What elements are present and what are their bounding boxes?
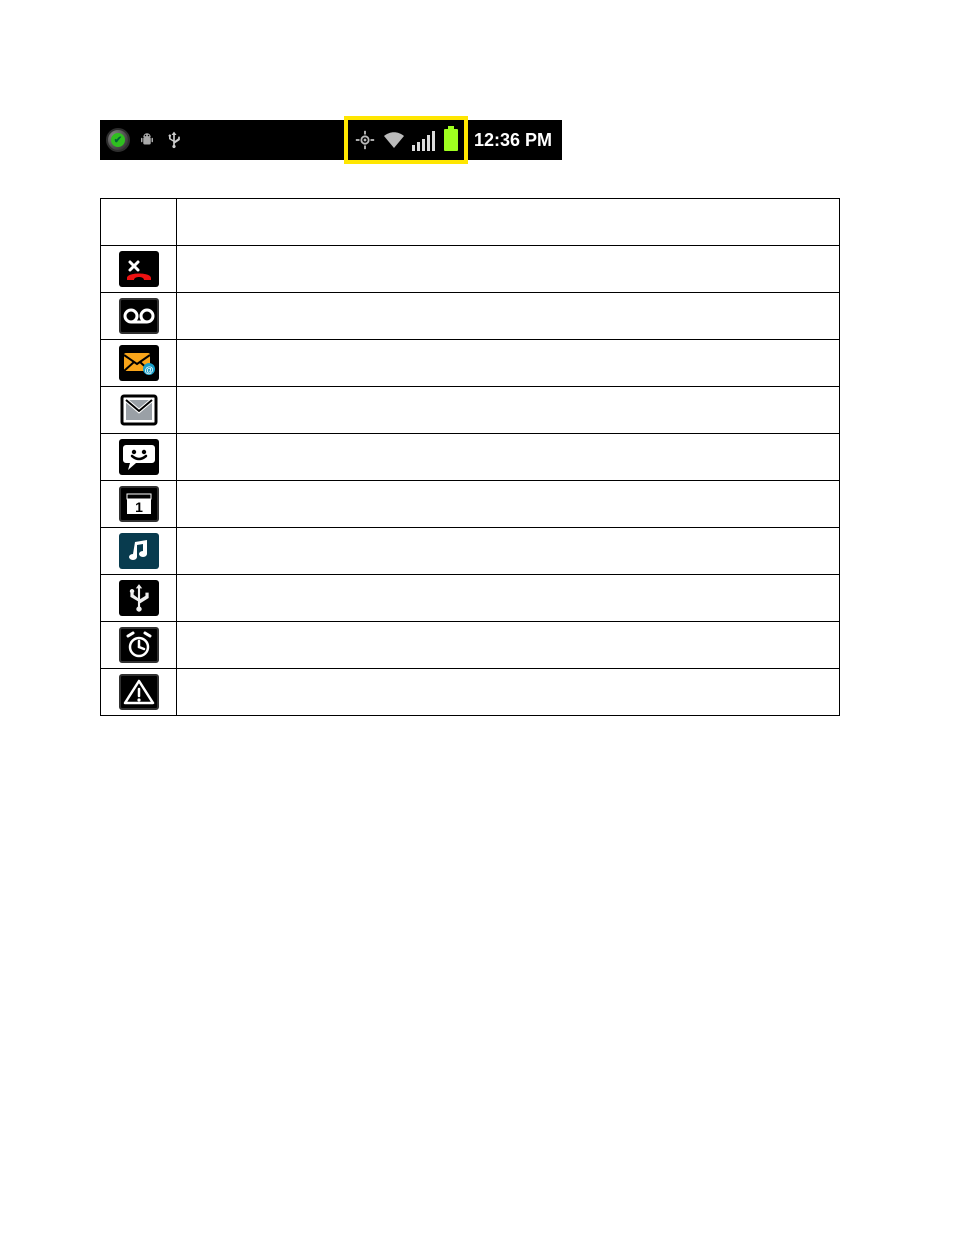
header-desc-cell <box>177 199 840 246</box>
gmail-icon <box>119 392 159 428</box>
desc-cell <box>177 575 840 622</box>
header-icon-cell <box>101 199 177 246</box>
table-row <box>101 293 840 340</box>
desc-cell <box>177 246 840 293</box>
android-debug-icon <box>138 131 156 149</box>
usb-icon <box>164 130 184 150</box>
svg-text:1: 1 <box>135 499 143 515</box>
table-row <box>101 575 840 622</box>
wifi-icon <box>382 129 406 151</box>
table-row <box>101 669 840 716</box>
status-ok-icon: ✔ <box>106 128 130 152</box>
table-row <box>101 387 840 434</box>
table-row <box>101 434 840 481</box>
warning-icon <box>119 674 159 710</box>
status-highlight-box <box>344 116 468 164</box>
music-playing-icon <box>119 533 159 569</box>
table-header-row <box>101 199 840 246</box>
table-row: 1 <box>101 481 840 528</box>
gps-icon <box>354 129 376 151</box>
missed-call-icon <box>119 251 159 287</box>
desc-cell <box>177 622 840 669</box>
desc-cell <box>177 669 840 716</box>
signal-icon <box>412 129 438 151</box>
desc-cell <box>177 528 840 575</box>
table-row <box>101 246 840 293</box>
status-bar: ✔ <box>100 120 562 160</box>
new-message-icon <box>119 439 159 475</box>
desc-cell <box>177 340 840 387</box>
calendar-event-icon: 1 <box>119 486 159 522</box>
new-email-icon: @ <box>119 345 159 381</box>
voicemail-icon <box>119 298 159 334</box>
desc-cell <box>177 434 840 481</box>
table-row <box>101 622 840 669</box>
usb-connected-icon <box>119 580 159 616</box>
desc-cell <box>177 293 840 340</box>
icon-reference-table: @ <box>100 198 840 716</box>
battery-icon <box>444 129 458 151</box>
desc-cell <box>177 387 840 434</box>
alarm-set-icon <box>119 627 159 663</box>
table-row: @ <box>101 340 840 387</box>
table-row <box>101 528 840 575</box>
svg-text:@: @ <box>144 365 153 375</box>
desc-cell <box>177 481 840 528</box>
status-time: 12:36 PM <box>470 130 556 151</box>
